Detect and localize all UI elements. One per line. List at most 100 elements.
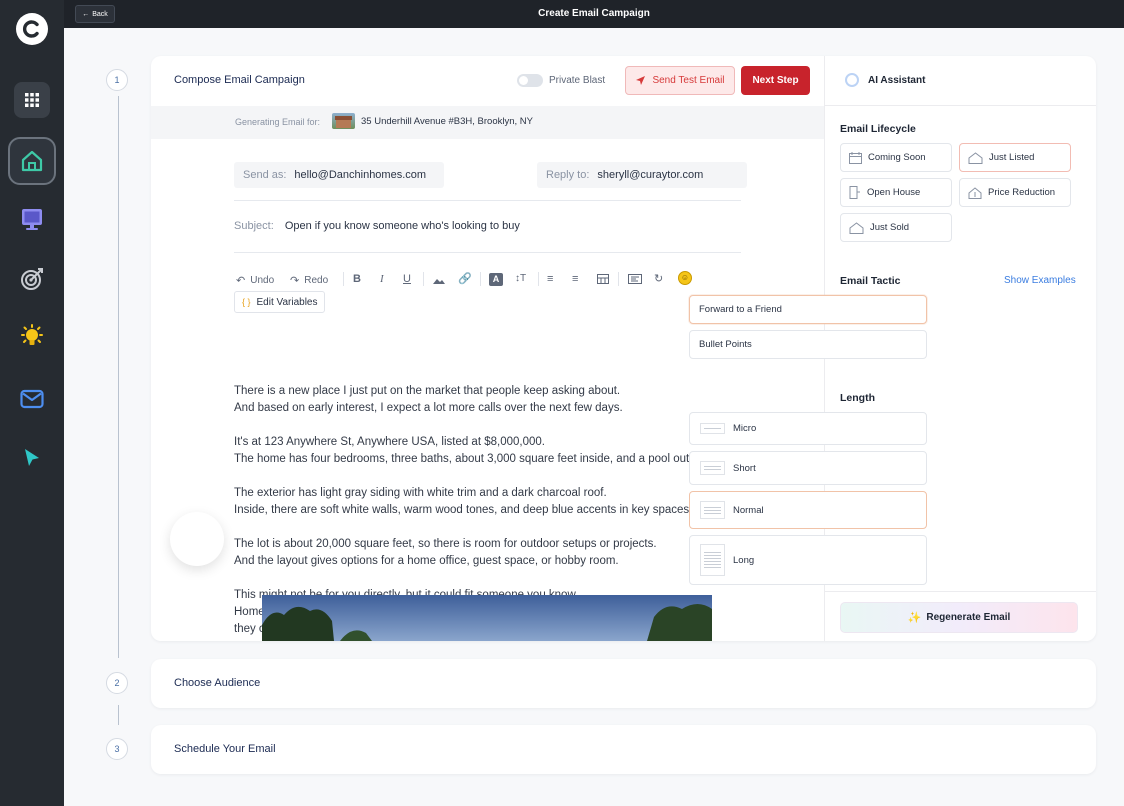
lifecycle-open-house[interactable]: Open House [840, 178, 952, 207]
redo-icon: ↷ [290, 275, 300, 287]
home-icon[interactable] [8, 137, 56, 185]
length-short[interactable]: Short [689, 451, 927, 485]
regenerate-footer: ✨ Regenerate Email [825, 591, 1096, 641]
reply-to-label: Reply to: [546, 169, 590, 181]
underline-icon[interactable]: U [403, 273, 411, 285]
next-step-button[interactable]: Next Step [741, 66, 810, 95]
image-icon[interactable] [433, 275, 445, 288]
choose-audience-title: Choose Audience [174, 677, 261, 689]
toolbar-separator [480, 272, 481, 286]
subject-label: Subject: [234, 220, 274, 232]
reply-to-value: sheryll@curaytor.com [597, 169, 704, 181]
monitor-icon[interactable] [14, 201, 50, 237]
text-color-icon[interactable]: A [489, 273, 503, 286]
door-icon [849, 186, 860, 199]
redo-label: Redo [304, 275, 329, 286]
send-as-value: hello@Danchinhomes.com [294, 169, 427, 181]
choose-audience-card[interactable]: Choose Audience [151, 659, 1096, 708]
lifecycle-label: Just Sold [870, 222, 910, 233]
tactic-bullet-points[interactable]: Bullet Points [689, 330, 927, 359]
regenerate-email-button[interactable]: ✨ Regenerate Email [840, 602, 1078, 633]
toolbar-separator [343, 272, 344, 286]
length-micro-icon [700, 423, 725, 434]
apps-grid-icon[interactable] [14, 82, 50, 118]
property-photo [262, 595, 712, 641]
target-icon[interactable] [14, 261, 50, 297]
reply-to-field[interactable]: Reply to: sheryll@curaytor.com [537, 162, 747, 188]
edit-variables-label: Edit Variables [256, 296, 318, 308]
ai-assistant-header: AI Assistant [825, 56, 1096, 106]
subject-field[interactable]: Subject: Open if you know someone who's … [234, 220, 520, 232]
link-icon[interactable]: 🔗 [458, 272, 472, 285]
bullet-list-icon[interactable]: ≡ [572, 273, 578, 285]
property-thumbnail [332, 113, 355, 129]
tactic-forward-to-friend[interactable]: Forward to a Friend [689, 295, 927, 324]
ordered-list-icon[interactable]: ≡ [547, 273, 553, 285]
edit-variables-button[interactable]: { } Edit Variables [234, 291, 326, 313]
lifecycle-label: Open House [867, 187, 921, 198]
toolbar-separator [538, 272, 539, 286]
divider [234, 200, 741, 201]
length-long-icon [700, 544, 725, 576]
length-micro[interactable]: Micro [689, 412, 927, 445]
lifecycle-label: Just Listed [989, 152, 1035, 163]
regenerate-label: Regenerate Email [926, 612, 1011, 623]
length-short-icon [700, 461, 725, 475]
cursor-icon[interactable] [14, 440, 50, 476]
ai-assistant-title: AI Assistant [868, 75, 926, 86]
length-label: Micro [733, 423, 757, 434]
schedule-email-card[interactable]: Schedule Your Email [151, 725, 1096, 774]
compose-title: Compose Email Campaign [174, 74, 305, 86]
send-as-field[interactable]: Send as: hello@Danchinhomes.com [234, 162, 444, 188]
undo-button[interactable]: ↶ Undo [236, 274, 274, 287]
lifecycle-label: Price Reduction [988, 187, 1056, 198]
template-icon[interactable] [628, 274, 642, 287]
step-number-3: 3 [106, 738, 128, 760]
lightbulb-icon[interactable] [14, 318, 50, 354]
house-price-icon [968, 186, 982, 199]
logo-icon[interactable] [16, 13, 48, 45]
mail-icon[interactable] [14, 381, 50, 417]
lifecycle-price-reduction[interactable]: Price Reduction [959, 178, 1071, 207]
send-icon [636, 76, 646, 85]
font-size-icon[interactable]: ↕T [515, 273, 526, 284]
lifecycle-label: Coming Soon [868, 152, 926, 163]
length-heading: Length [840, 392, 875, 404]
page-title: Create Email Campaign [538, 8, 650, 19]
subject-value: Open if you know someone who's looking t… [284, 220, 520, 232]
house-sold-icon [849, 221, 864, 234]
divider [234, 252, 741, 253]
lifecycle-just-sold[interactable]: Just Sold [840, 213, 952, 242]
toolbar-separator [618, 272, 619, 286]
sidebar [0, 0, 64, 806]
redo-button[interactable]: ↷ Redo [290, 274, 328, 287]
lifecycle-coming-soon[interactable]: Coming Soon [840, 143, 952, 172]
braces-icon: { } [242, 297, 251, 307]
floating-action-button[interactable] [170, 512, 224, 566]
length-label: Long [733, 554, 755, 566]
italic-icon[interactable]: I [380, 273, 384, 285]
send-test-email-button[interactable]: Send Test Email [625, 66, 735, 95]
sparkle-icon: ✨ [907, 612, 922, 624]
generating-label: Generating Email for: [235, 117, 321, 127]
step-connector [118, 96, 119, 658]
show-examples-link[interactable]: Show Examples [1004, 275, 1076, 286]
length-normal[interactable]: Normal [689, 491, 927, 529]
step-connector [118, 705, 119, 725]
send-as-label: Send as: [243, 169, 287, 181]
private-blast-label: Private Blast [549, 75, 606, 86]
private-blast-toggle[interactable] [517, 74, 543, 87]
tactic-heading: Email Tactic [840, 275, 901, 287]
send-test-label: Send Test Email [652, 75, 725, 86]
lifecycle-just-listed[interactable]: Just Listed [959, 143, 1071, 172]
lifecycle-heading: Email Lifecycle [840, 123, 916, 135]
bold-icon[interactable]: B [353, 273, 361, 285]
table-icon[interactable] [597, 274, 609, 287]
step-number-1: 1 [106, 69, 128, 91]
step-number-2: 2 [106, 672, 128, 694]
length-long[interactable]: Long [689, 535, 927, 585]
reset-icon[interactable]: ↻ [654, 272, 663, 285]
emoji-icon[interactable]: ☺ [678, 271, 692, 285]
compose-card: Compose Email Campaign Private Blast Sen… [151, 56, 1096, 641]
property-address: 35 Underhill Avenue #B3H, Brooklyn, NY [361, 116, 533, 127]
